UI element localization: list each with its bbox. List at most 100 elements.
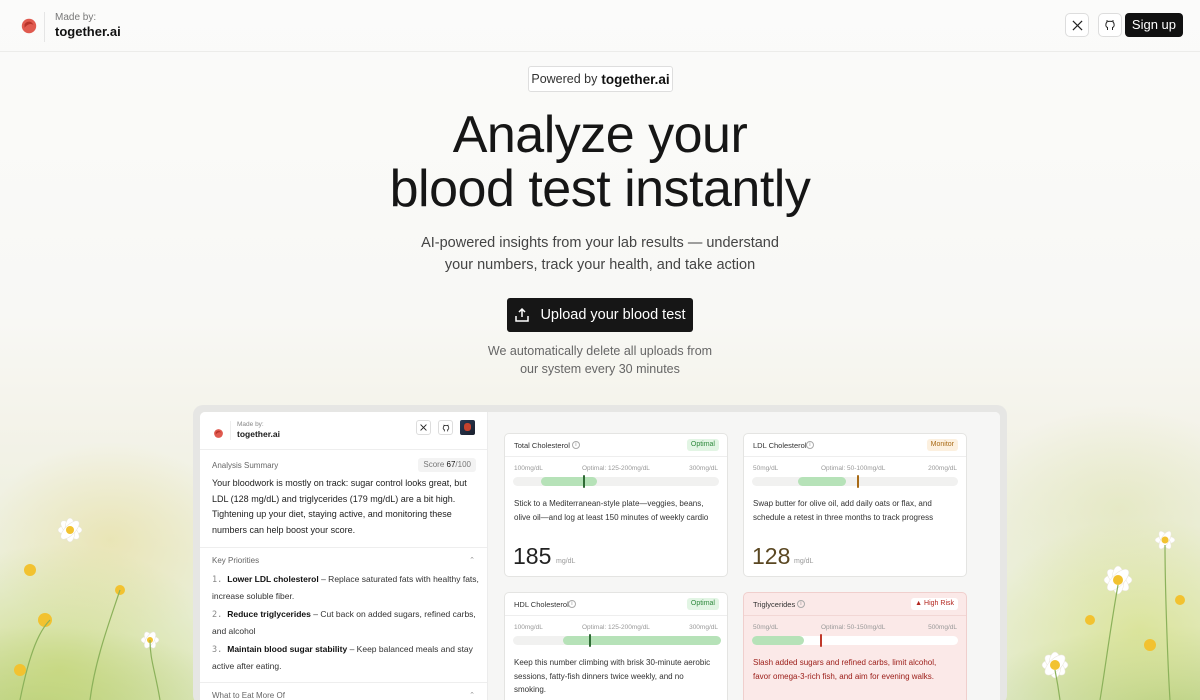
biomarker-name: LDL Cholesterol	[753, 441, 807, 450]
powered-by-badge[interactable]: Powered by together.ai	[528, 66, 673, 92]
status-badge: Optimal	[686, 439, 719, 451]
app-preview: Made by: together.ai Analysis Summary Sc…	[200, 412, 1000, 700]
status-badge: Monitor	[926, 439, 958, 451]
status-badge: Optimal	[686, 598, 719, 610]
made-by-brand: together.ai	[55, 24, 121, 39]
hero-title: Analyze your blood test instantly	[300, 108, 900, 216]
range-low: 50mg/dL	[753, 465, 779, 472]
biomarker-tip: Stick to a Mediterranean-style plate—veg…	[514, 499, 709, 522]
range-high: 300mg/dL	[689, 624, 718, 631]
github-button[interactable]	[1098, 13, 1122, 37]
range-low: 100mg/dL	[514, 465, 543, 472]
range-bar	[752, 475, 958, 488]
preview-made-by: Made by: together.ai	[230, 421, 280, 440]
preview-brand-logo-icon	[214, 429, 223, 438]
info-icon: i	[572, 441, 580, 449]
biomarker-unit: mg/dL	[794, 558, 814, 565]
biomarker-name: Triglycerides	[753, 600, 796, 609]
alert-triangle-icon: ▲	[915, 600, 923, 607]
value-marker	[589, 634, 591, 647]
upload-blood-test-button[interactable]: Upload your blood test	[507, 298, 693, 332]
preview-made-by-brand: together.ai	[237, 429, 280, 439]
range-low: 100mg/dL	[514, 624, 543, 631]
biomarker-tip: Keep this number climbing with brisk 30-…	[514, 658, 711, 694]
github-icon	[1105, 20, 1115, 30]
status-badge-label: High Risk	[924, 600, 954, 607]
brand-logo-icon[interactable]	[20, 17, 38, 35]
github-icon	[442, 424, 449, 431]
upload-button-label: Upload your blood test	[540, 307, 686, 323]
range-bar	[513, 475, 719, 488]
divider	[200, 547, 487, 548]
analysis-summary-text: Your bloodwork is mostly on track: sugar…	[212, 478, 467, 535]
hero-subtitle: AI-powered insights from your lab result…	[380, 232, 820, 276]
score-max: /100	[455, 460, 471, 469]
privacy-note-line-2: our system every 30 minutes	[520, 362, 680, 376]
range-low: 50mg/dL	[753, 624, 779, 631]
range-high: 500mg/dL	[928, 624, 957, 631]
upload-icon	[515, 307, 530, 322]
range-bar	[513, 634, 721, 647]
analysis-summary-label: Analysis Summary	[212, 461, 279, 470]
user-avatar	[460, 420, 475, 435]
score-label: Score	[423, 460, 445, 469]
priority-title: Reduce triglycerides	[227, 609, 311, 619]
divider	[200, 682, 487, 683]
biomarker-tip: Swap butter for olive oil, add daily oat…	[753, 499, 934, 522]
biomarker-card-ldl-cholesterol: LDL Cholesterol i Monitor 50mg/dL Optima…	[743, 433, 967, 577]
hero-subtitle-line-2: your numbers, track your health, and tak…	[444, 257, 756, 273]
biomarker-card-total-cholesterol: Total Cholesterol i Optimal 100mg/dL Opt…	[504, 433, 728, 577]
sign-up-button[interactable]: Sign up	[1124, 13, 1183, 37]
priority-item: 2. Reduce triglycerides – Cut back on add…	[212, 607, 480, 639]
biomarker-name: Total Cholesterol	[514, 441, 570, 450]
info-icon: i	[797, 600, 805, 608]
range-high: 300mg/dL	[689, 465, 718, 472]
x-social-button[interactable]	[1065, 13, 1089, 37]
top-navbar: Made by: together.ai Sign up	[0, 0, 1200, 52]
privacy-note-line-1: We automatically delete all uploads from	[487, 344, 713, 358]
powered-by-prefix: Powered by	[531, 72, 598, 86]
biomarker-value: 185	[513, 543, 552, 569]
range-high: 200mg/dL	[928, 465, 957, 472]
score-pill: Score 67/100	[418, 458, 476, 472]
eat-more-label: What to Eat More Of	[212, 691, 285, 700]
x-logo-icon	[1071, 19, 1083, 31]
powered-by-brand: together.ai	[601, 71, 670, 87]
range-optimal: Optimal: 50-100mg/dL	[821, 465, 886, 472]
preview-github-button	[438, 420, 453, 435]
app-preview-frame: Made by: together.ai Analysis Summary Sc…	[193, 405, 1007, 700]
priority-number: 1.	[212, 575, 223, 585]
preview-made-by-label: Made by:	[237, 421, 264, 428]
x-logo-icon	[420, 424, 427, 431]
made-by-link[interactable]: Made by: together.ai	[44, 12, 121, 42]
biomarker-value: 128	[752, 543, 791, 569]
biomarker-cards-panel: Total Cholesterol i Optimal 100mg/dL Opt…	[488, 412, 1000, 700]
hero-subtitle-line-1: AI-powered insights from your lab result…	[421, 235, 779, 251]
range-optimal: Optimal: 50-150mg/dL	[821, 624, 886, 631]
chevron-up-icon: ⌃	[469, 691, 475, 699]
range-optimal: Optimal: 125-200mg/dL	[582, 465, 650, 472]
chevron-up-icon: ⌃	[469, 556, 475, 564]
priority-item: 1. Lower LDL cholesterol – Replace satura…	[212, 572, 480, 604]
range-optimal: Optimal: 125-200mg/dL	[582, 624, 650, 631]
priority-title: Lower LDL cholesterol	[227, 574, 319, 584]
preview-x-button	[416, 420, 431, 435]
range-bar	[752, 634, 958, 647]
priority-item: 3. Maintain blood sugar stability – Keep …	[212, 642, 480, 674]
biomarker-card-hdl-cholesterol: HDL Cholesterol i Optimal 100mg/dL Optim…	[504, 592, 728, 700]
biomarker-name: HDL Cholesterol	[514, 600, 569, 609]
biomarker-tip: Slash added sugars and refined carbs, li…	[753, 658, 937, 681]
biomarker-unit: mg/dL	[556, 558, 576, 565]
analysis-panel: Made by: together.ai Analysis Summary Sc…	[200, 412, 488, 700]
made-by-label: Made by:	[55, 12, 97, 23]
priority-number: 3.	[212, 645, 223, 655]
biomarker-card-triglycerides: Triglycerides i ▲ High Risk 50mg/dL Opti…	[743, 592, 967, 700]
priority-title: Maintain blood sugar stability	[227, 644, 348, 654]
value-marker	[857, 475, 859, 488]
value-marker	[583, 475, 585, 488]
info-icon: i	[568, 600, 576, 608]
hero-title-line-1: Analyze your	[452, 106, 748, 164]
info-icon: i	[806, 441, 814, 449]
priority-number: 2.	[212, 610, 223, 620]
key-priorities-label: Key Priorities	[212, 556, 260, 565]
